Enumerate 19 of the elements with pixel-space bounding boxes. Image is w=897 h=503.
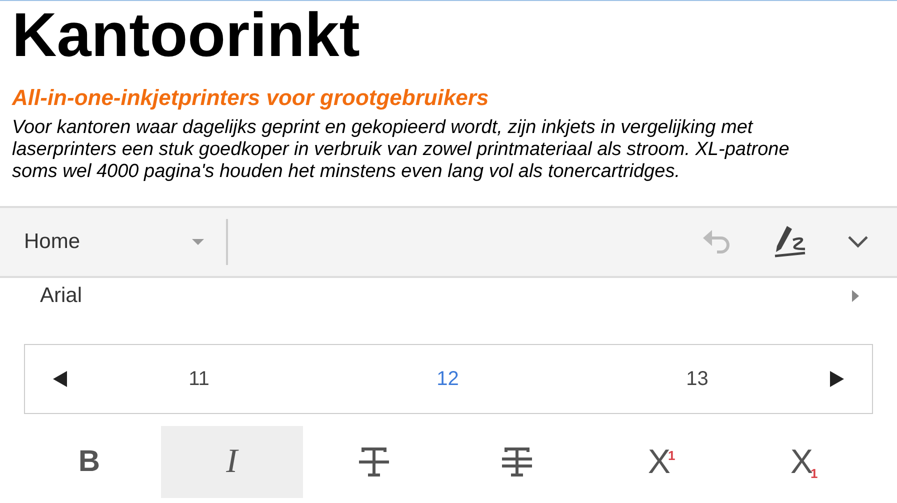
font-picker[interactable]: Arial	[0, 278, 897, 314]
triangle-right-icon	[830, 370, 844, 387]
chevron-down-icon	[847, 234, 869, 249]
strikethrough-icon	[357, 447, 392, 477]
double-strikethrough-icon	[500, 447, 534, 477]
paragraph-line: Voor kantoren waar dagelijks geprint en gekopieerd wordt, zijn inkjets in vergelijking met	[12, 117, 754, 139]
paragraph-line: laserprinters een stuk goedkoper in verbruik van zowel printmateriaal als stroom. XL-patrone	[12, 139, 790, 161]
font-size-option[interactable]: 13	[680, 363, 714, 395]
caret-icon	[192, 239, 204, 245]
italic-button[interactable]: I	[160, 426, 303, 498]
font-size-option[interactable]: 12	[430, 363, 465, 395]
paragraph-line: soms wel 4000 pagina's houden het minstens even lang vol als tonercartridges.	[12, 161, 681, 183]
document-subtitle: All-in-one-inkjetprinters voor grootgebruikers	[12, 85, 490, 111]
triangle-left-icon	[53, 370, 67, 387]
ribbon-tab-dropdown[interactable]: Home	[0, 219, 228, 265]
bold-button[interactable]: B	[18, 426, 160, 498]
font-size-option[interactable]: 11	[182, 363, 216, 395]
arrow-right-icon	[852, 290, 859, 302]
document-title: Kantoorinkt	[12, 1, 361, 71]
